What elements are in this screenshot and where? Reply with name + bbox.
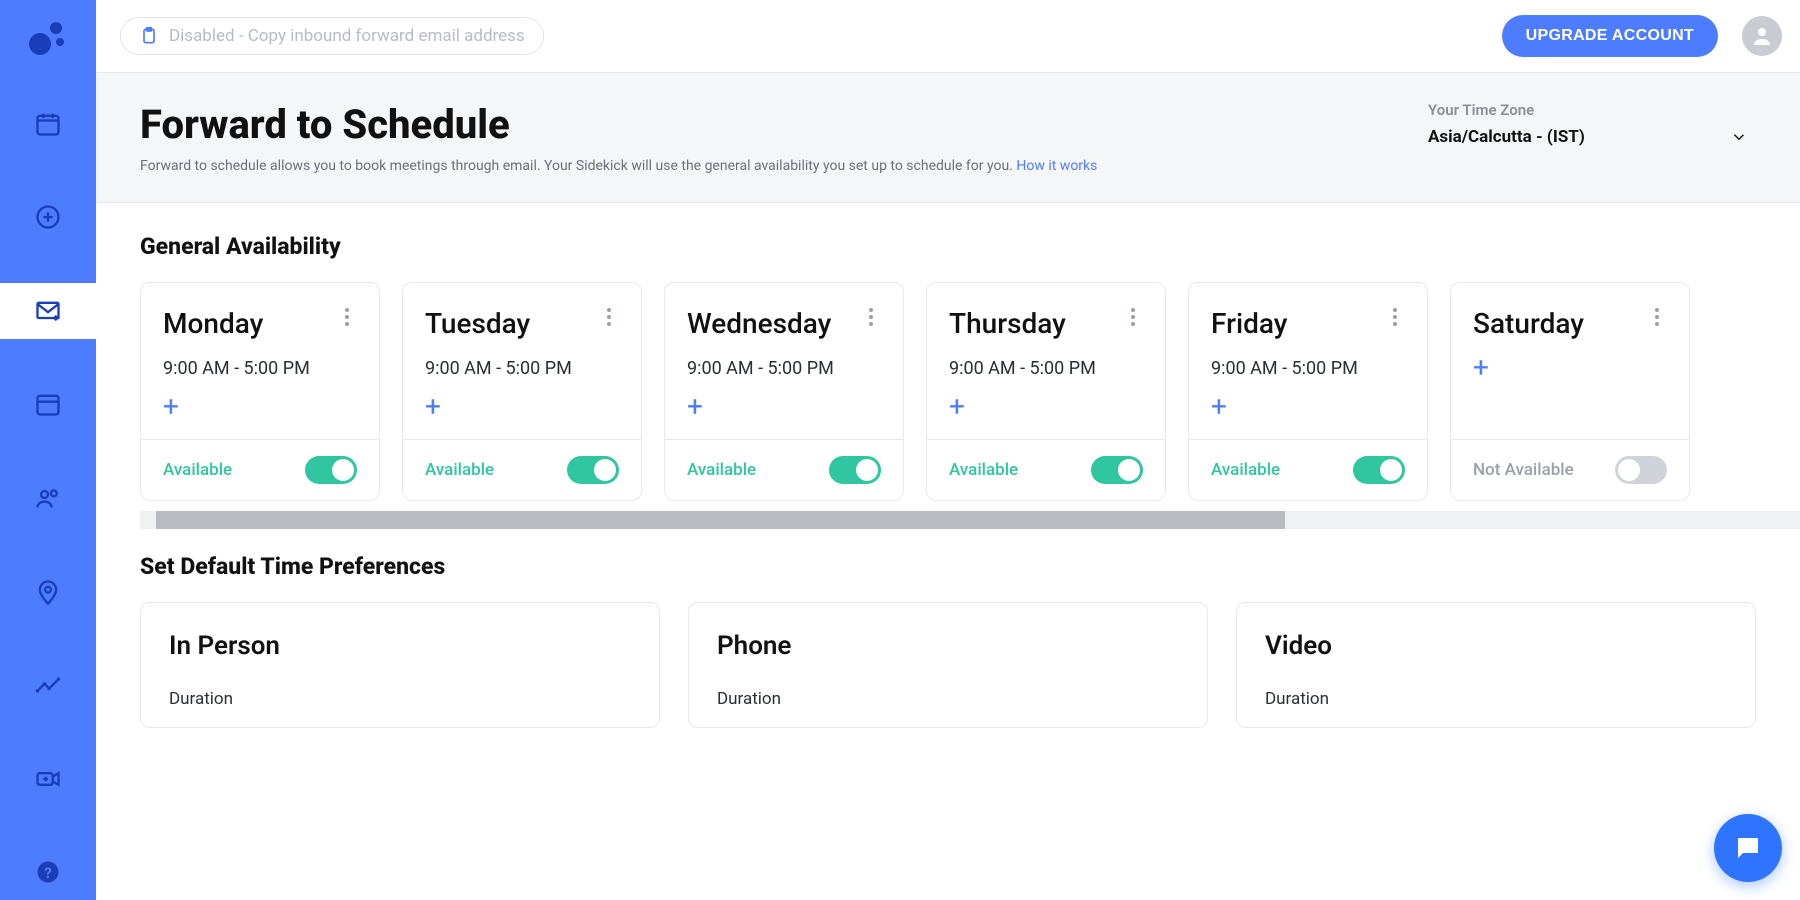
availability-toggle[interactable] xyxy=(1091,456,1143,484)
add-slot-button[interactable]: + xyxy=(425,393,619,421)
day-card: Monday 9:00 AM - 5:00 PM + Available xyxy=(140,282,380,501)
content: General Availability Monday 9:00 AM - 5:0… xyxy=(96,203,1800,900)
day-card: Tuesday 9:00 AM - 5:00 PM + Available xyxy=(402,282,642,501)
availability-toggle[interactable] xyxy=(829,456,881,484)
day-name: Tuesday xyxy=(425,307,530,340)
availability-label: Available xyxy=(425,460,494,480)
time-range: 9:00 AM - 5:00 PM xyxy=(1211,358,1405,379)
day-menu-icon[interactable] xyxy=(1647,307,1667,327)
page-subtitle: Forward to schedule allows you to book m… xyxy=(140,158,1097,174)
availability-toggle[interactable] xyxy=(567,456,619,484)
nav-analytics-icon[interactable] xyxy=(0,657,96,713)
copy-forward-address[interactable]: Disabled - Copy inbound forward email ad… xyxy=(120,17,544,55)
copy-hint-text: Disabled - Copy inbound forward email ad… xyxy=(169,26,525,46)
add-slot-button[interactable]: + xyxy=(949,393,1143,421)
nav-add-icon[interactable] xyxy=(0,190,96,246)
sidebar: ? xyxy=(0,0,96,900)
timezone-label: Your Time Zone xyxy=(1428,101,1748,119)
availability-label: Available xyxy=(1211,460,1280,480)
day-name: Thursday xyxy=(949,307,1066,340)
pref-title: Video xyxy=(1265,631,1727,661)
day-card: Wednesday 9:00 AM - 5:00 PM + Available xyxy=(664,282,904,501)
day-name: Saturday xyxy=(1473,307,1584,340)
time-range: 9:00 AM - 5:00 PM xyxy=(425,358,619,379)
day-menu-icon[interactable] xyxy=(1385,307,1405,327)
person-icon xyxy=(1750,24,1774,48)
day-menu-icon[interactable] xyxy=(337,307,357,327)
add-slot-button[interactable]: + xyxy=(687,393,881,421)
availability-days-row: Monday9:00 AM - 5:00 PM+AvailableTuesday… xyxy=(140,282,1800,507)
add-slot-button[interactable]: + xyxy=(1211,393,1405,421)
nav-location-icon[interactable] xyxy=(0,564,96,620)
nav-calendar-icon[interactable] xyxy=(0,377,96,433)
day-name: Wednesday xyxy=(687,307,831,340)
pref-card: In Person Duration xyxy=(140,602,660,728)
horizontal-scrollbar[interactable] xyxy=(140,511,1800,529)
upgrade-account-button[interactable]: UPGRADE ACCOUNT xyxy=(1502,15,1718,57)
day-name: Monday xyxy=(163,307,263,340)
day-menu-icon[interactable] xyxy=(599,307,619,327)
add-slot-button[interactable]: + xyxy=(163,393,357,421)
availability-toggle[interactable] xyxy=(1353,456,1405,484)
pref-card: Video Duration xyxy=(1236,602,1756,728)
nav-schedule-icon[interactable] xyxy=(0,96,96,152)
duration-label: Duration xyxy=(1265,689,1727,709)
add-slot-button[interactable]: + xyxy=(1473,354,1667,382)
availability-section-title: General Availability xyxy=(140,233,1800,260)
page-header: Forward to Schedule Forward to schedule … xyxy=(96,73,1800,203)
availability-toggle[interactable] xyxy=(1615,456,1667,484)
time-range: 9:00 AM - 5:00 PM xyxy=(163,358,357,379)
pref-card: Phone Duration xyxy=(688,602,1208,728)
nav-video-icon[interactable] xyxy=(0,751,96,807)
timezone-select[interactable]: Asia/Calcutta - (IST) xyxy=(1428,127,1748,147)
prefs-section-title: Set Default Time Preferences xyxy=(140,553,1800,580)
chat-icon xyxy=(1733,833,1763,863)
pref-title: Phone xyxy=(717,631,1179,661)
availability-toggle[interactable] xyxy=(305,456,357,484)
day-name: Friday xyxy=(1211,307,1287,340)
main: Disabled - Copy inbound forward email ad… xyxy=(96,0,1800,900)
availability-label: Available xyxy=(949,460,1018,480)
time-range: 9:00 AM - 5:00 PM xyxy=(687,358,881,379)
time-range: 9:00 AM - 5:00 PM xyxy=(949,358,1143,379)
nav-people-icon[interactable] xyxy=(0,470,96,526)
topbar: Disabled - Copy inbound forward email ad… xyxy=(96,0,1800,73)
day-card: Thursday 9:00 AM - 5:00 PM + Available xyxy=(926,282,1166,501)
chevron-down-icon xyxy=(1730,128,1748,146)
app-logo xyxy=(28,18,68,58)
page-title: Forward to Schedule xyxy=(140,101,1097,148)
day-card: Friday 9:00 AM - 5:00 PM + Available xyxy=(1188,282,1428,501)
nav-help-icon[interactable]: ? xyxy=(0,845,96,900)
day-menu-icon[interactable] xyxy=(861,307,881,327)
availability-label: Available xyxy=(163,460,232,480)
day-card: Saturday + Not Available xyxy=(1450,282,1690,501)
nav-forward-email-icon[interactable] xyxy=(0,283,96,339)
duration-label: Duration xyxy=(169,689,631,709)
duration-label: Duration xyxy=(717,689,1179,709)
clipboard-icon xyxy=(139,26,159,46)
chat-fab[interactable] xyxy=(1714,814,1782,882)
availability-label: Available xyxy=(687,460,756,480)
timezone-block: Your Time Zone Asia/Calcutta - (IST) xyxy=(1428,101,1748,147)
how-it-works-link[interactable]: How it works xyxy=(1016,158,1097,174)
pref-title: In Person xyxy=(169,631,631,661)
user-avatar[interactable] xyxy=(1742,16,1782,56)
availability-label: Not Available xyxy=(1473,460,1574,480)
day-menu-icon[interactable] xyxy=(1123,307,1143,327)
svg-text:?: ? xyxy=(44,864,52,882)
prefs-row: In Person Duration Phone Duration Video Durat… xyxy=(140,602,1800,728)
